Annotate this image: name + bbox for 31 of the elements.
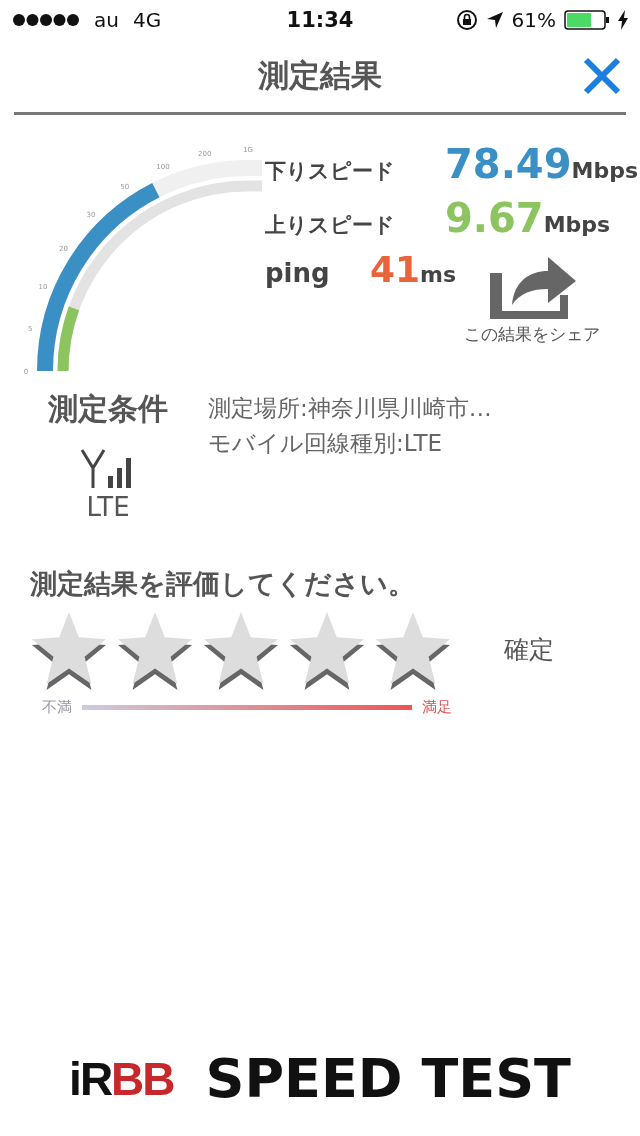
upload-unit: Mbps — [543, 212, 611, 237]
rotation-lock-icon — [455, 9, 478, 31]
battery-icon — [564, 10, 610, 30]
upload-speed: 9.67 — [445, 195, 544, 241]
download-label: 下りスピード — [265, 158, 396, 185]
scale-low-label: 不満 — [42, 698, 72, 717]
status-time: 11:34 — [286, 8, 354, 32]
download-speed: 78.49 — [445, 141, 572, 187]
location-arrow-icon — [485, 11, 504, 29]
share-label[interactable]: この結果をシェア — [464, 323, 600, 346]
scale-high-label: 満足 — [422, 698, 452, 717]
rating-prompt: 測定結果を評価してください。 — [30, 567, 416, 601]
brand-logo: iRBB — [69, 1051, 174, 1106]
network-type-label: LTE — [86, 492, 130, 522]
page-title: 測定結果 — [258, 56, 382, 95]
download-unit: Mbps — [571, 158, 638, 183]
confirm-button[interactable]: 確定 — [498, 626, 560, 672]
battery-percent: 61% — [511, 8, 556, 32]
signal-strength-icon — [12, 13, 80, 27]
conditions-title: 測定条件 — [48, 390, 168, 428]
charging-bolt-icon — [618, 10, 628, 30]
product-name: SPEED TEST — [205, 1047, 571, 1110]
carrier-name: au — [94, 8, 119, 32]
ping-label: ping — [265, 258, 331, 288]
condition-detail: 測定場所:神奈川県川崎市… — [208, 394, 492, 423]
condition-detail: モバイル回線種別:LTE — [208, 429, 443, 458]
upload-arc — [57, 306, 80, 372]
ping-value: 41 — [370, 249, 421, 290]
network-type: 4G — [132, 8, 162, 32]
upload-label: 上りスピード — [265, 212, 396, 239]
ping-unit: ms — [420, 262, 457, 287]
